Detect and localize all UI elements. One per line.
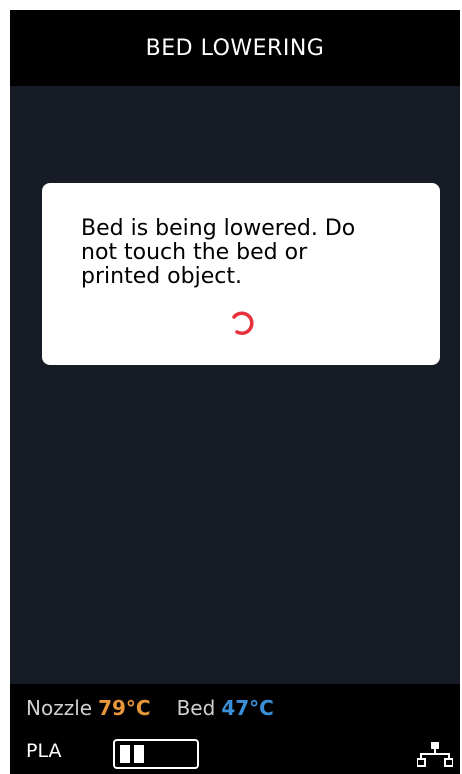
network-icon[interactable] — [417, 741, 453, 767]
bed-label: Bed — [176, 696, 216, 720]
material-label: PLA — [26, 740, 62, 762]
filament-segment — [120, 745, 130, 763]
dialog-message: Bed is being lowered. Do not touch the b… — [81, 216, 356, 289]
title-bar: BED LOWERING — [10, 10, 460, 86]
nozzle-label: Nozzle — [26, 696, 93, 720]
status-bar: Nozzle 79°C Bed 47°C PLA — [10, 684, 460, 774]
printer-screen: BED LOWERING Bed is being lowered. Do no… — [10, 10, 460, 774]
page-title: BED LOWERING — [145, 35, 325, 61]
filament-level-icon — [113, 739, 199, 769]
temperature-readout: Nozzle 79°C Bed 47°C — [26, 696, 274, 720]
filament-segment — [134, 745, 144, 763]
nozzle-temperature: 79°C — [98, 696, 151, 720]
loading-spinner-icon — [232, 311, 254, 335]
lowering-dialog: Bed is being lowered. Do not touch the b… — [42, 183, 440, 365]
bed-temperature: 47°C — [221, 696, 274, 720]
